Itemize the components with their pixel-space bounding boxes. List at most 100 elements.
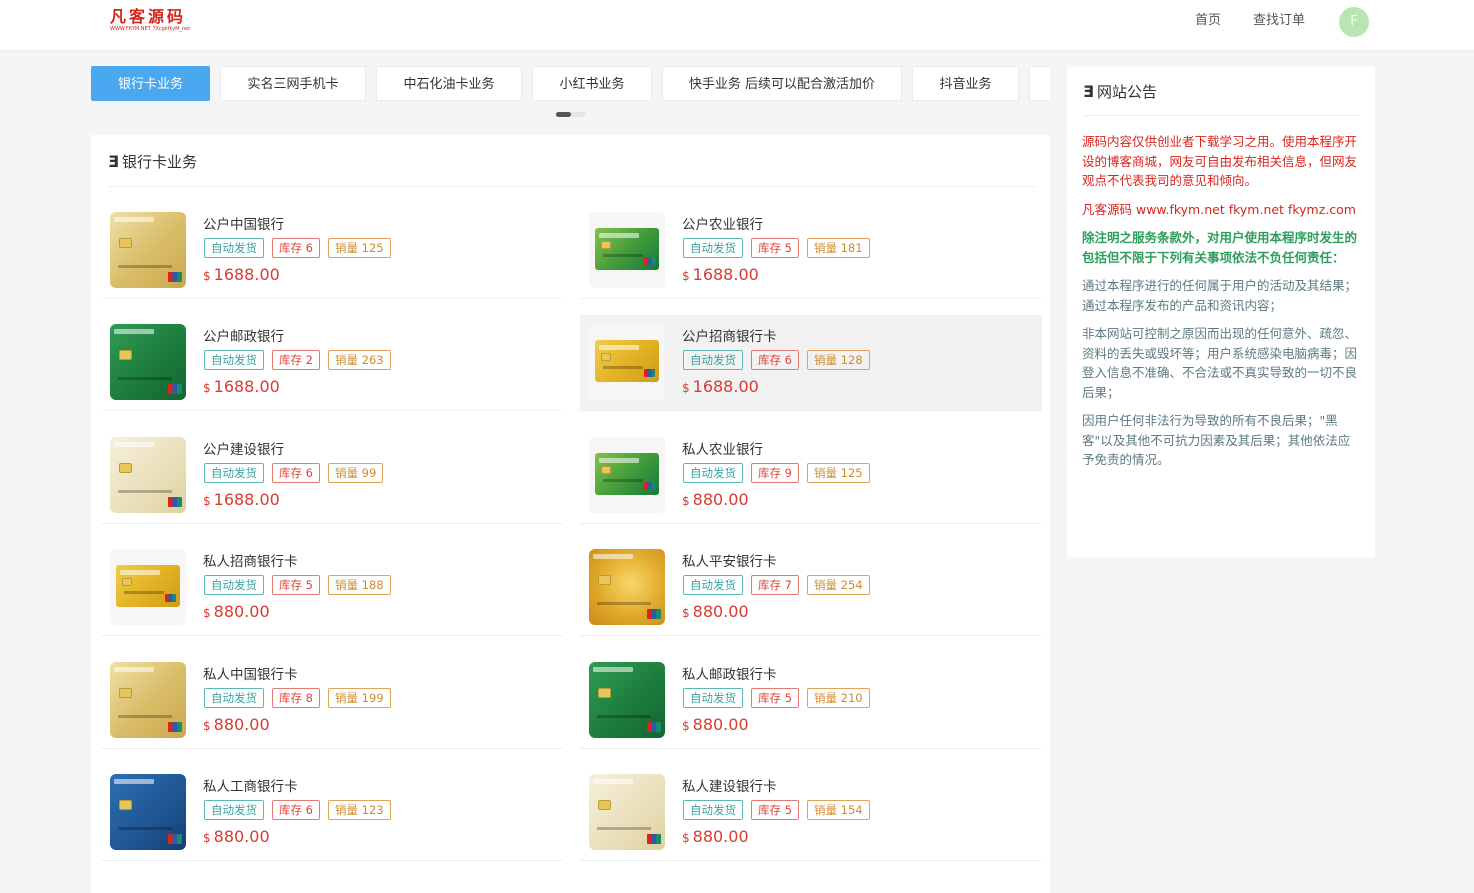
price-value: 1688.00 bbox=[213, 489, 280, 509]
product-card[interactable]: 私人农业银行 自动发货 库存 9 销量 125 $880.00 bbox=[580, 428, 1042, 524]
product-thumbnail[interactable] bbox=[110, 436, 186, 513]
product-name[interactable]: 私人招商银行卡 bbox=[203, 550, 298, 570]
stock-badge: 库存 6 bbox=[272, 238, 320, 258]
product-card[interactable]: 公户招商银行卡 自动发货 库存 6 销量 128 $1688.00 bbox=[580, 315, 1042, 412]
product-name[interactable]: 公户农业银行 bbox=[682, 213, 763, 233]
product-thumbnail[interactable] bbox=[110, 324, 186, 401]
product-badges: 自动发货 库存 6 销量 125 bbox=[204, 238, 399, 258]
tab-kuaishou[interactable]: 快手业务 后续可以配合激活加价 bbox=[662, 66, 902, 101]
stock-badge: 库存 5 bbox=[751, 687, 799, 708]
product-name[interactable]: 私人农业银行 bbox=[682, 438, 763, 458]
product-price: $880.00 bbox=[682, 602, 749, 621]
tab-more[interactable] bbox=[1029, 66, 1050, 101]
stock-badge: 库存 6 bbox=[272, 800, 320, 820]
product-name[interactable]: 私人邮政银行卡 bbox=[682, 663, 777, 683]
product-badges: 自动发货 库存 6 销量 99 bbox=[204, 462, 391, 483]
unionpay-logo-icon bbox=[644, 369, 655, 378]
product-card[interactable]: 私人中国银行卡 自动发货 库存 8 销量 199 $880.00 bbox=[101, 653, 563, 749]
product-thumbnail[interactable] bbox=[110, 774, 186, 850]
auto-delivery-badge: 自动发货 bbox=[204, 238, 264, 258]
notice-site-links: 凡客源码 www.fkym.net fkym.net fkymz.com bbox=[1082, 201, 1356, 217]
auto-delivery-badge: 自动发货 bbox=[204, 800, 264, 820]
bank-logo-strip bbox=[599, 457, 639, 463]
price-value: 880.00 bbox=[692, 602, 749, 622]
nav-find-order-link[interactable]: 查找订单 bbox=[1253, 9, 1305, 28]
product-card[interactable]: 公户农业银行自动发货 库存 5 销量 181 $1688.00 bbox=[580, 203, 1042, 299]
product-card[interactable]: 公户中国银行 自动发货 库存 6 销量 125 $1688.00 bbox=[101, 203, 563, 299]
product-card[interactable]: 私人建设银行卡 自动发货 库存 5 销量 154 $880.00 bbox=[580, 765, 1042, 861]
sales-badge: 销量 181 bbox=[806, 238, 870, 258]
product-badges: 自动发货 库存 6 销量 123 bbox=[204, 800, 399, 820]
product-thumbnail[interactable] bbox=[110, 549, 186, 626]
product-thumbnail[interactable] bbox=[589, 774, 665, 850]
card-number-strip bbox=[597, 827, 651, 830]
unionpay-logo-icon bbox=[644, 257, 655, 265]
price-currency: $ bbox=[682, 831, 690, 845]
stock-badge: 库存 7 bbox=[751, 575, 799, 596]
notice-body: 源码内容仅供创业者下载学习之用。使用本程序开设的博客商城，网友可自由发布相关信息… bbox=[1082, 132, 1362, 479]
product-card[interactable]: 私人邮政银行卡 自动发货 库存 5 销量 210 $880.00 bbox=[580, 653, 1042, 749]
tabs-scroll-indicator[interactable] bbox=[556, 112, 586, 117]
product-price: $1688.00 bbox=[682, 265, 759, 284]
card-chip-icon bbox=[601, 465, 611, 474]
product-name[interactable]: 公户中国银行 bbox=[203, 213, 284, 233]
bank-card-image bbox=[595, 340, 659, 383]
card-number-strip bbox=[124, 591, 164, 595]
product-card[interactable]: 公户邮政银行 自动发货 库存 2 销量 263 $1688.00 bbox=[101, 315, 563, 412]
card-chip-icon bbox=[119, 350, 132, 361]
tabs-scroll-thumb[interactable] bbox=[556, 112, 571, 117]
product-thumbnail[interactable] bbox=[589, 212, 665, 288]
product-card[interactable]: 私人招商银行卡 自动发货 库存 5 销量 188 $880.00 bbox=[101, 540, 563, 637]
notice-brand-icon: Ǝ bbox=[1083, 82, 1094, 101]
product-badges: 自动发货 库存 5 销量 181 bbox=[683, 238, 878, 258]
product-price: $880.00 bbox=[203, 827, 270, 846]
auto-delivery-badge: 自动发货 bbox=[204, 350, 264, 371]
product-name[interactable]: 公户建设银行 bbox=[203, 438, 284, 458]
sales-badge: 销量 210 bbox=[806, 687, 870, 708]
tab-douyin[interactable]: 抖音业务 bbox=[912, 66, 1019, 101]
price-currency: $ bbox=[682, 269, 690, 283]
bank-logo-strip bbox=[593, 554, 633, 560]
sales-badge: 销量 99 bbox=[327, 462, 384, 483]
price-currency: $ bbox=[203, 493, 211, 508]
product-badges: 自动发货 库存 2 销量 263 bbox=[204, 350, 399, 371]
product-name[interactable]: 私人平安银行卡 bbox=[682, 550, 777, 570]
price-value: 1688.00 bbox=[213, 377, 280, 397]
nav-home-link[interactable]: 首页 bbox=[1195, 9, 1221, 28]
product-name[interactable]: 私人建设银行卡 bbox=[682, 775, 777, 795]
bank-logo-strip bbox=[114, 217, 154, 222]
notice-divider bbox=[1083, 115, 1359, 116]
product-name[interactable]: 公户邮政银行 bbox=[203, 325, 284, 345]
site-logo[interactable]: 凡客源码 WWW.FKYM.NET 7XcgkfkyM_net bbox=[110, 8, 190, 34]
product-badges: 自动发货 库存 6 销量 128 bbox=[683, 350, 878, 371]
product-badges: 自动发货 库存 5 销量 210 bbox=[683, 687, 878, 708]
bank-logo-strip bbox=[120, 570, 160, 576]
product-card[interactable]: 公户建设银行自动发货 库存 6 销量 99 $1688.00 bbox=[101, 428, 563, 524]
tab-xiaohongshu[interactable]: 小红书业务 bbox=[532, 66, 652, 101]
tab-sinopec-card[interactable]: 中石化油卡业务 bbox=[376, 66, 522, 101]
product-section: Ǝ 银行卡业务 公户中国银行 自动发货 库存 6 销量 125 $1688.00 公户农业… bbox=[91, 135, 1050, 893]
auto-delivery-badge: 自动发货 bbox=[683, 687, 743, 708]
sales-badge: 销量 125 bbox=[327, 238, 391, 258]
sales-badge: 销量 125 bbox=[806, 462, 870, 483]
notice-disclaimer-heading: 除注明之服务条款外，对用户使用本程序时发生的包括但不限于下列有关事项依法不负任何… bbox=[1082, 230, 1358, 265]
card-number-strip bbox=[597, 602, 651, 606]
product-thumbnail[interactable] bbox=[110, 661, 186, 738]
user-avatar[interactable]: F bbox=[1339, 7, 1369, 37]
product-thumbnail[interactable] bbox=[589, 324, 665, 401]
product-name[interactable]: 公户招商银行卡 bbox=[682, 325, 777, 345]
product-name[interactable]: 私人工商银行卡 bbox=[203, 775, 298, 795]
card-chip-icon bbox=[119, 800, 132, 810]
product-thumbnail[interactable] bbox=[589, 436, 665, 513]
tab-bank-card[interactable]: 银行卡业务 bbox=[91, 66, 210, 101]
product-thumbnail[interactable] bbox=[589, 661, 665, 738]
product-card[interactable]: 私人工商银行卡自动发货 库存 6 销量 123 $880.00 bbox=[101, 765, 563, 861]
product-thumbnail[interactable] bbox=[110, 212, 186, 288]
product-badges: 自动发货 库存 5 销量 154 bbox=[683, 800, 878, 820]
product-thumbnail[interactable] bbox=[589, 549, 665, 626]
stock-badge: 库存 8 bbox=[272, 687, 320, 708]
product-card[interactable]: 私人平安银行卡 自动发货 库存 7 销量 254 $880.00 bbox=[580, 540, 1042, 637]
tab-sim-card[interactable]: 实名三网手机卡 bbox=[220, 66, 366, 101]
product-price: $880.00 bbox=[682, 490, 749, 509]
product-name[interactable]: 私人中国银行卡 bbox=[203, 663, 298, 683]
